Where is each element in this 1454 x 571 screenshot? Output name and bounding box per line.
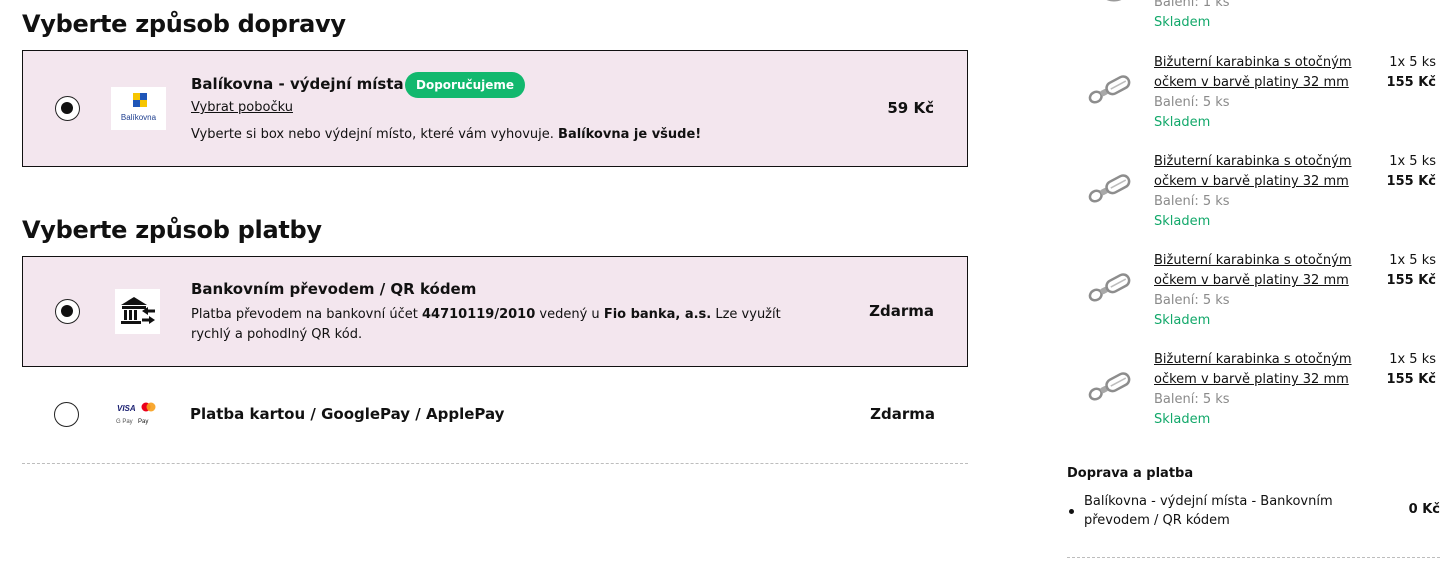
product-thumbnail[interactable] xyxy=(1078,158,1140,220)
cart-item: Bižuterní karabinka s otočným očkem v ba… xyxy=(1070,350,1442,440)
payment-section-title: Vyberte způsob platby xyxy=(22,216,322,244)
cart-item-quantity: 1x 5 ks xyxy=(1389,154,1436,169)
shipping-section-title: Vyberte způsob dopravy xyxy=(22,10,346,38)
balikovna-logo-text: Balíkovna xyxy=(121,113,157,122)
payment-option-card-price: Zdarma xyxy=(870,405,935,423)
shipping-option-name: Balíkovna - výdejní místa xyxy=(191,75,404,93)
payment-option-card-name: Platba kartou / GooglePay / ApplePay xyxy=(190,405,505,423)
bank-transfer-icon xyxy=(115,289,160,334)
cart-item-pack: Balení: 1 ks xyxy=(1154,0,1230,10)
cart-item-pack: Balení: 5 ks xyxy=(1154,95,1230,110)
cart-item-name-link[interactable]: Bižuterní karabinka s otočným očkem v ba… xyxy=(1154,251,1364,291)
summary-line: Balíkovna - výdejní místa - Bankovním př… xyxy=(1084,494,1333,528)
bank-desc-2: vedený u xyxy=(539,307,600,322)
cart-item-stock: Skladem xyxy=(1154,115,1211,130)
summary-bullet-icon xyxy=(1069,509,1074,514)
cart-item-name-link[interactable]: Bižuterní karabinka s otočným očkem v ba… xyxy=(1154,152,1364,192)
bank-desc-1: Platba převodem na bankovní účet xyxy=(191,307,418,322)
shipping-radio-balikovna[interactable] xyxy=(55,96,80,121)
cart-item-price: 155 Kč xyxy=(1386,174,1436,189)
cart-item-price: 155 Kč xyxy=(1386,372,1436,387)
cart-item: Bižuterní karabinka s otočným očkem v ba… xyxy=(1070,251,1442,341)
cart-item-pack: Balení: 5 ks xyxy=(1154,392,1230,407)
payment-radio-bank-transfer[interactable] xyxy=(55,299,80,324)
shipping-option-price: 59 Kč xyxy=(887,99,934,117)
payment-option-card[interactable]: VISA G Pay Pay Platba kartou / GooglePay… xyxy=(22,367,968,463)
shipping-option-balikovna[interactable]: Balíkovna Balíkovna - výdejní místa Dopo… xyxy=(22,50,968,167)
shipping-option-description: Vyberte si box nebo výdejní místo, které… xyxy=(191,125,701,145)
cart-item-quantity: 1x 5 ks xyxy=(1389,55,1436,70)
choose-branch-link[interactable]: Vybrat pobočku xyxy=(191,100,293,115)
payment-option-bank-description: Platba převodem na bankovní účet 4471011… xyxy=(191,305,821,345)
payment-option-bank-name: Bankovním převodem / QR kódem xyxy=(191,280,477,298)
cart-item-stock: Skladem xyxy=(1154,412,1211,427)
product-thumbnail[interactable] xyxy=(1078,257,1140,319)
cart-item-quantity: 1x 5 ks xyxy=(1389,352,1436,367)
summary-price: 0 Kč xyxy=(1408,502,1440,517)
cart-item-price: 155 Kč xyxy=(1386,273,1436,288)
bank-account-number: 44710119/2010 xyxy=(421,307,536,322)
balikovna-logo-icon: Balíkovna xyxy=(111,87,166,130)
recommended-badge: Doporučujeme xyxy=(405,72,526,98)
cart-item-name-link[interactable]: Bižuterní karabinka s otočným očkem v ba… xyxy=(1154,350,1364,390)
shipping-desc-bold: Balíkovna je všude! xyxy=(558,127,702,142)
shipping-desc-text: Vyberte si box nebo výdejní místo, které… xyxy=(191,127,554,142)
product-thumbnail[interactable] xyxy=(1078,356,1140,418)
product-thumbnail[interactable] xyxy=(1078,0,1140,45)
cart-item-pack: Balení: 5 ks xyxy=(1154,293,1230,308)
payment-option-bank-transfer[interactable]: Bankovním převodem / QR kódem Platba pře… xyxy=(22,256,968,367)
payment-divider xyxy=(22,463,968,464)
cart-item-stock: Skladem xyxy=(1154,313,1211,328)
bank-name: Fio banka, a.s. xyxy=(603,307,712,322)
cart-item-pack: Balení: 5 ks xyxy=(1154,194,1230,209)
payment-radio-card[interactable] xyxy=(54,402,79,427)
cart-item: Bižuterní karabinka s otočným očkem v ba… xyxy=(1070,152,1442,242)
visa-logo: VISA xyxy=(117,404,136,413)
cart-item-quantity: 1x 5 ks xyxy=(1389,253,1436,268)
product-thumbnail[interactable] xyxy=(1078,59,1140,121)
cart-item-price: 155 Kč xyxy=(1386,75,1436,90)
cart-item-stock: Skladem xyxy=(1154,214,1211,229)
cart-item-partial: Balení: 1 ks Skladem xyxy=(1070,0,1442,33)
google-pay-logo: G Pay xyxy=(116,419,133,425)
payment-option-bank-price: Zdarma xyxy=(869,302,934,320)
summary-divider xyxy=(1067,557,1440,558)
apple-pay-logo: Pay xyxy=(138,419,148,425)
cart-item: Bižuterní karabinka s otočným očkem v ba… xyxy=(1070,53,1442,143)
cart-item-name-link[interactable]: Bižuterní karabinka s otočným očkem v ba… xyxy=(1154,53,1364,93)
card-payment-logos-icon: VISA G Pay Pay xyxy=(114,400,159,428)
cart-item-stock: Skladem xyxy=(1154,15,1211,30)
summary-title: Doprava a platba xyxy=(1067,466,1194,481)
